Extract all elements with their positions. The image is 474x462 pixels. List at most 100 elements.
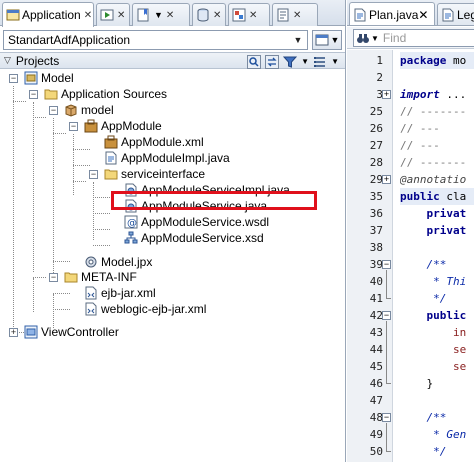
line-number: 45 (369, 360, 383, 373)
code-line[interactable]: /** (400, 409, 474, 426)
code-line[interactable]: import ... (400, 86, 474, 103)
line-number: 46 (369, 377, 383, 390)
close-icon[interactable]: ✕ (117, 10, 125, 21)
code-line[interactable]: privat (400, 205, 474, 222)
tree-item-serviceinterface[interactable]: serviceinterface (104, 166, 205, 182)
collapse-fold-toggle[interactable]: − (382, 413, 391, 422)
tree-item-appmoduleservice-wsdl[interactable]: @ AppModuleService.wsdl (124, 214, 269, 230)
tree-item-application-sources[interactable]: Application Sources (44, 86, 167, 102)
xml-file-icon (84, 286, 98, 300)
line-number: 3 (376, 88, 383, 101)
application-selector[interactable]: StandartAdfApplication ▼ (3, 30, 308, 50)
code-line[interactable]: * Thi (400, 273, 474, 290)
working-sets-icon[interactable] (313, 55, 327, 69)
fold-guide-end (386, 383, 391, 384)
code-line[interactable]: */ (400, 290, 474, 307)
tree-item-ejb-jar-xml[interactable]: ejb-jar.xml (84, 285, 156, 301)
java-file-icon (353, 8, 367, 22)
close-icon[interactable]: ✕ (293, 10, 301, 21)
code-line[interactable]: /** (400, 256, 474, 273)
chevron-down-icon[interactable]: ▼ (371, 34, 379, 43)
code-line[interactable]: } (400, 375, 474, 392)
code-line[interactable]: se (400, 341, 474, 358)
close-icon[interactable]: ✕ (249, 10, 257, 21)
tree-item-appmoduleimpl-java[interactable]: AppModuleImpl.java (104, 150, 230, 166)
code-line[interactable]: in (400, 324, 474, 341)
expand-fold-toggle[interactable]: + (382, 90, 391, 99)
code-line[interactable]: * Gen (400, 426, 474, 443)
tree-item-model-jpx[interactable]: Model.jpx (84, 254, 152, 270)
collapse-toggle[interactable]: − (69, 122, 78, 131)
close-icon[interactable]: ✕ (84, 10, 92, 21)
tree-item-label: serviceinterface (121, 167, 206, 181)
tab-application[interactable]: Application ✕ (2, 2, 94, 27)
filter-icon[interactable] (283, 55, 298, 69)
close-icon[interactable]: ✕ (418, 8, 428, 22)
line-number: 1 (376, 54, 383, 67)
chevron-down-icon[interactable]: ▼ (301, 57, 309, 66)
code-line[interactable] (400, 392, 474, 409)
code-line[interactable] (400, 239, 474, 256)
collapse-toggle[interactable]: − (49, 106, 58, 115)
tree-item-appmoduleservice-xsd[interactable]: AppModuleService.xsd (124, 230, 264, 246)
tab-resource-palette[interactable]: ✕ (228, 3, 270, 26)
chevron-down-icon: ▼ (154, 10, 163, 20)
code-line[interactable] (400, 69, 474, 86)
collapse-fold-toggle[interactable]: − (382, 260, 391, 269)
tab-bookmarks[interactable]: ▼ ✕ (132, 3, 190, 26)
collapse-fold-toggle[interactable]: − (382, 311, 391, 320)
search-icon[interactable] (247, 54, 262, 69)
line-number: 39 (369, 258, 383, 271)
code-line[interactable]: // --- (400, 137, 474, 154)
project-tree: − Model − Application Sources − model − (0, 70, 345, 462)
chevron-down-icon[interactable]: ▼ (331, 57, 339, 66)
collapse-toggle[interactable]: − (89, 170, 98, 179)
chevron-down-icon[interactable]: ▼ (289, 31, 307, 49)
tree-item-appmodule[interactable]: AppModule (84, 118, 162, 134)
collapse-toggle[interactable]: − (29, 90, 38, 99)
code-line[interactable]: // ------- (400, 154, 474, 171)
project-icon (24, 71, 38, 85)
tab-database-navigator[interactable]: ✕ (192, 3, 226, 26)
collapse-panel-icon[interactable]: ▽ (4, 55, 11, 66)
tree-item-model-project[interactable]: Model (24, 70, 74, 86)
code-line[interactable]: public cla (400, 188, 474, 205)
code-line[interactable]: public (400, 307, 474, 324)
line-number: 36 (369, 207, 383, 220)
line-number: 41 (369, 292, 383, 305)
code-line[interactable]: @annotatio (400, 171, 474, 188)
collapse-toggle[interactable]: − (9, 74, 18, 83)
code-line[interactable]: // --- (400, 120, 474, 137)
tree-item-weblogic-ejb-jar-xml[interactable]: weblogic-ejb-jar.xml (84, 301, 206, 317)
expand-toggle[interactable]: + (9, 328, 18, 337)
tab-leg[interactable]: Leg (437, 3, 474, 25)
line-number: 38 (369, 241, 383, 254)
code-line[interactable]: package mo (400, 52, 474, 69)
java-file-icon (104, 151, 118, 165)
tab-run-manager[interactable]: ✕ (96, 3, 130, 26)
tab-plan-java[interactable]: Plan.java ✕ (349, 2, 435, 25)
close-icon[interactable]: ✕ (213, 10, 221, 21)
tree-item-meta-inf[interactable]: META-INF (64, 269, 137, 285)
binoculars-icon[interactable] (356, 31, 370, 45)
find-input[interactable]: ▼ Find (353, 29, 474, 47)
tree-item-label: ViewController (41, 325, 119, 339)
tab-log[interactable]: ✕ (272, 3, 318, 26)
tree-item-appmodule-xml[interactable]: AppModule.xml (104, 134, 204, 150)
code-line[interactable]: // ------- (400, 103, 474, 120)
close-icon[interactable]: ✕ (166, 10, 174, 21)
code-line[interactable]: privat (400, 222, 474, 239)
tree-item-viewcontroller-project[interactable]: ViewController (24, 324, 119, 340)
code-line[interactable]: se (400, 358, 474, 375)
tree-item-label: AppModule (101, 119, 162, 133)
projects-panel-header[interactable]: ▽ Projects ▼ ▼ (0, 52, 345, 69)
sync-editor-icon[interactable] (265, 54, 280, 69)
tree-item-model-package[interactable]: model (64, 102, 114, 118)
expand-fold-toggle[interactable]: + (382, 175, 391, 184)
line-number: 29 (369, 173, 383, 186)
line-number: 25 (369, 105, 383, 118)
application-menu-button[interactable]: ▼ (312, 30, 342, 50)
collapse-toggle[interactable]: − (49, 273, 58, 282)
java-file-icon (441, 8, 455, 22)
code-line[interactable]: */ (400, 443, 474, 460)
